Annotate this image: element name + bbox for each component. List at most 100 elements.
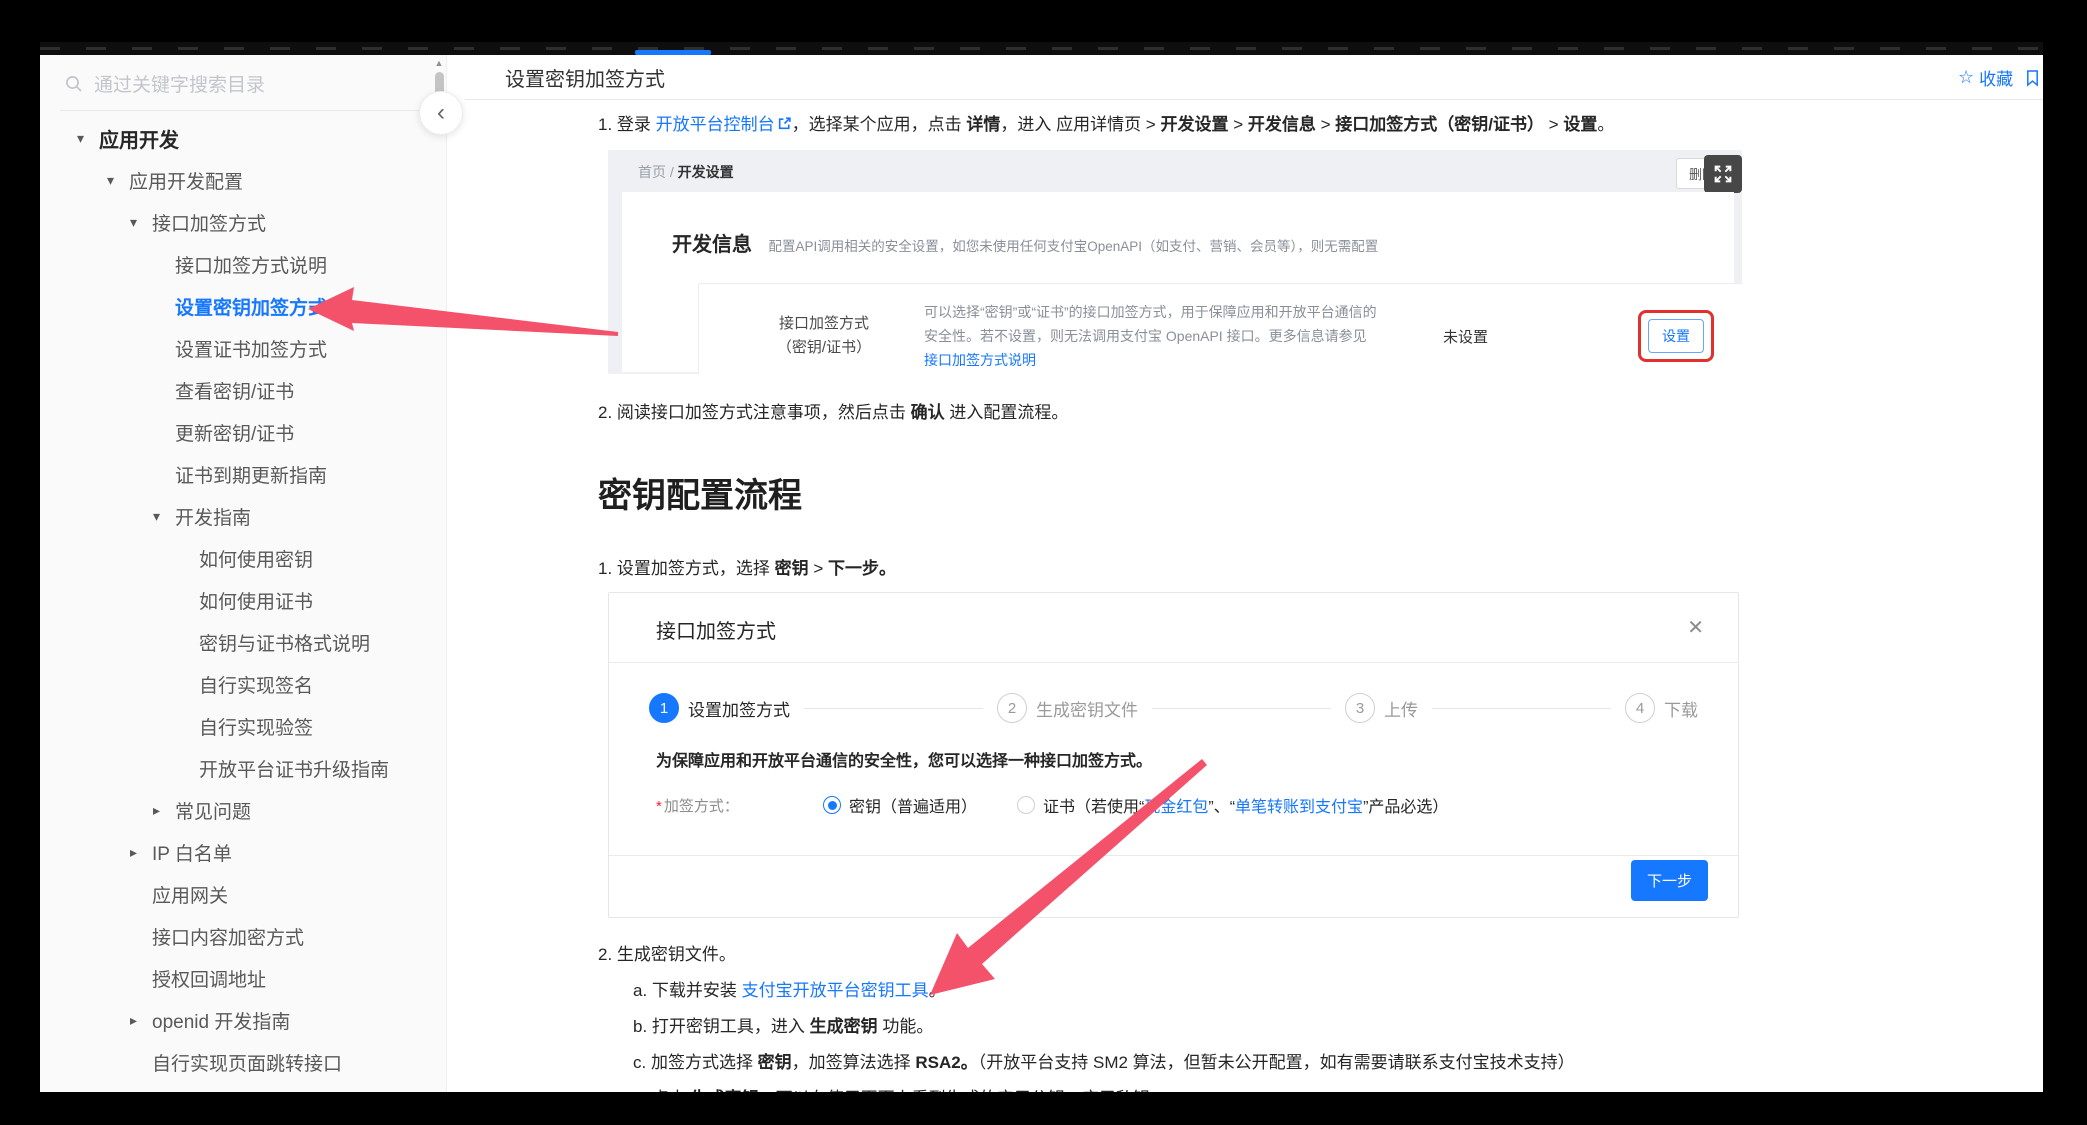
sidebar-item[interactable]: 应用网关 <box>40 873 446 915</box>
sidebar-item[interactable]: ▸ openid 开发指南 <box>40 999 446 1041</box>
caret-icon[interactable]: ▸ <box>130 844 152 861</box>
sidebar-item[interactable]: ▾ 接口加签方式 <box>40 201 446 243</box>
flow-step-1-paragraph: 1. 设置加签方式，选择 密钥 > 下一步。 <box>598 556 2043 582</box>
substep-b: b. 打开密钥工具，进入 生成密钥 功能。 <box>598 1014 2043 1040</box>
red-packet-link[interactable]: 现金红包 <box>1144 799 1208 816</box>
bookmark-icon <box>2025 69 2040 87</box>
favorite-button[interactable]: ☆ 收藏 <box>1958 65 2013 90</box>
modal-title: 接口加签方式 <box>656 615 776 644</box>
sidebar-item[interactable]: 更新密钥/证书 <box>40 411 446 453</box>
console-link[interactable]: 开放平台控制台 <box>656 115 775 134</box>
sidebar-item-label: 开发指南 <box>175 503 251 530</box>
sidebar-item[interactable]: ▾ 开发指南 <box>40 495 446 537</box>
step-2-paragraph: 2. 阅读接口加签方式注意事项，然后点击 确认 进入配置流程。 <box>598 400 2043 426</box>
step-1-paragraph: 1. 登录 开放平台控制台，选择某个应用，点击 详情，进入 应用详情页 > 开发… <box>598 112 2043 138</box>
sidebar-item-label: 如何使用密钥 <box>199 545 313 572</box>
sidebar-item-label: 应用开发 <box>99 124 179 153</box>
modal-header: 接口加签方式 ✕ <box>609 593 1738 663</box>
sidebar-item[interactable]: 证书到期更新指南 <box>40 453 446 495</box>
sign-method-doc-link[interactable]: 接口加签方式说明 <box>924 352 1036 368</box>
section-title: 开发信息 <box>672 234 752 256</box>
sidebar-item[interactable]: 授权回调地址 <box>40 957 446 999</box>
sidebar-item-label: openid 开发指南 <box>152 1007 290 1034</box>
settings-button[interactable]: 设置 <box>1648 319 1704 353</box>
scrollbar-up-icon[interactable]: ▲ <box>433 58 445 68</box>
title-actions: ☆ 收藏 订阅 <box>1958 55 2043 100</box>
sidebar-item[interactable]: 自行实现页面跳转接口 <box>40 1041 446 1083</box>
stepper: 1 设置加签方式 2 生成密钥文件 3 上传 4 下载 <box>609 693 1738 723</box>
sidebar-item-label: 授权回调地址 <box>152 965 266 992</box>
sidebar-search[interactable]: 通过关键字搜索目录 <box>60 55 419 111</box>
dev-info-card: 开发信息 配置API调用相关的安全设置，如您未使用任何支付宝OpenAPI（如支… <box>622 192 1734 372</box>
caret-icon[interactable]: ▾ <box>107 172 129 189</box>
sidebar-item[interactable]: 开放平台证书升级指南 <box>40 747 446 789</box>
row-description: 可以选择“密钥”或“证书”的接口加签方式，用于保障应用和开放平台通信的安全性。若… <box>924 300 1379 372</box>
sidebar-item-label: 设置密钥加签方式 <box>175 293 327 320</box>
sidebar-item[interactable]: 自行实现签名 <box>40 663 446 705</box>
transfer-link[interactable]: 单笔转账到支付宝 <box>1235 799 1363 816</box>
key-tool-link[interactable]: 支付宝开放平台密钥工具 <box>742 981 929 1000</box>
sidebar-item[interactable]: ▸ 常见问题 <box>40 789 446 831</box>
close-icon[interactable]: ✕ <box>1687 615 1704 640</box>
sidebar-item[interactable]: 设置证书加签方式 <box>40 327 446 369</box>
sidebar-item[interactable]: ▾ 应用开发 <box>40 117 446 159</box>
radio-selected-icon[interactable] <box>823 796 841 814</box>
search-icon <box>64 74 84 94</box>
sidebar-item[interactable]: 接口内容加密方式 <box>40 915 446 957</box>
radio-option-cert[interactable]: 证书（若使用“现金红包”、“单笔转账到支付宝”产品必选） <box>1017 793 1448 817</box>
sidebar-item-label: 开放平台证书升级指南 <box>199 755 389 782</box>
sidebar-item[interactable]: 设置密钥加签方式 <box>40 285 446 327</box>
sidebar-item[interactable]: ▾ 应用开发配置 <box>40 159 446 201</box>
favorite-label: 收藏 <box>1979 65 2013 90</box>
step-2: 2 生成密钥文件 <box>997 693 1138 723</box>
sidebar-collapse-button[interactable]: ‹ <box>419 91 463 135</box>
expand-button[interactable] <box>1704 155 1742 193</box>
sidebar-item[interactable]: 自行实现验签 <box>40 705 446 747</box>
caret-icon[interactable]: ▸ <box>130 1012 152 1029</box>
chevron-left-icon: ‹ <box>437 99 445 127</box>
sidebar-item-label: 接口加签方式说明 <box>175 251 327 278</box>
sidebar-item-label: 接口内容加密方式 <box>152 923 304 950</box>
sidebar-item[interactable]: ▸ IP 白名单 <box>40 831 446 873</box>
caret-icon[interactable]: ▾ <box>130 214 152 231</box>
sidebar-item-label: 自行实现签名 <box>199 671 313 698</box>
sidebar-item-label: 常见问题 <box>175 797 251 824</box>
active-tab-indicator <box>635 50 711 55</box>
sidebar-item-label: IP 白名单 <box>152 839 232 866</box>
sidebar-item-label: 应用开发配置 <box>129 167 243 194</box>
sidebar-item-label: 查看密钥/证书 <box>175 377 294 404</box>
step-3-number: 3 <box>1345 693 1375 723</box>
caret-icon[interactable]: ▸ <box>153 802 175 819</box>
sidebar-scrollbar[interactable]: ▲ <box>433 58 445 1092</box>
modal-footer-divider <box>609 855 1738 856</box>
top-tab-strip <box>40 42 2043 55</box>
caret-icon[interactable]: ▾ <box>77 130 99 147</box>
sidebar-nav: ▾ 应用开发 ▾ 应用开发配置 ▾ 接口加签方式 接口加签方式说明 设置密钥加签… <box>40 111 446 1083</box>
sign-method-field: *加签方式： 密钥（普遍适用） 证书（若使用“现金红包”、“单笔转账到支付宝”产… <box>656 793 1738 817</box>
step-1: 1 设置加签方式 <box>649 693 790 723</box>
sidebar-item[interactable]: 如何使用证书 <box>40 579 446 621</box>
next-step-button[interactable]: 下一步 <box>1631 860 1708 901</box>
caret-icon[interactable]: ▾ <box>153 508 175 525</box>
sidebar-item-label: 自行实现页面跳转接口 <box>152 1049 342 1076</box>
field-label: *加签方式： <box>656 795 823 816</box>
radio-option-key[interactable]: 密钥（普遍适用） <box>823 793 977 817</box>
sidebar-item[interactable]: 密钥与证书格式说明 <box>40 621 446 663</box>
step-connector <box>1432 708 1611 709</box>
breadcrumb-home[interactable]: 首页 <box>638 164 666 180</box>
radio-unselected-icon[interactable] <box>1017 796 1035 814</box>
sidebar-item[interactable]: 接口加签方式说明 <box>40 243 446 285</box>
tab-strip-dashes <box>40 47 2043 50</box>
sidebar-item-label: 自行实现验签 <box>199 713 313 740</box>
substep-a: a. 下载并安装 支付宝开放平台密钥工具。 <box>598 978 2043 1004</box>
title-bar: 设置密钥加签方式 ☆ 收藏 订阅 <box>465 55 2043 100</box>
modal-intro: 为保障应用和开放平台通信的安全性，您可以选择一种接口加签方式。 <box>656 747 1738 771</box>
sidebar-item-label: 密钥与证书格式说明 <box>199 629 370 656</box>
sidebar-item[interactable]: 查看密钥/证书 <box>40 369 446 411</box>
sidebar-item[interactable]: 如何使用密钥 <box>40 537 446 579</box>
subscribe-button[interactable]: 订阅 <box>2025 65 2043 90</box>
step-connector <box>1152 708 1331 709</box>
app-window: 通过关键字搜索目录 ▾ 应用开发 ▾ 应用开发配置 ▾ 接口加签方式 接口加签方… <box>40 42 2043 1092</box>
step-4: 4 下载 <box>1625 693 1698 723</box>
step-3: 3 上传 <box>1345 693 1418 723</box>
